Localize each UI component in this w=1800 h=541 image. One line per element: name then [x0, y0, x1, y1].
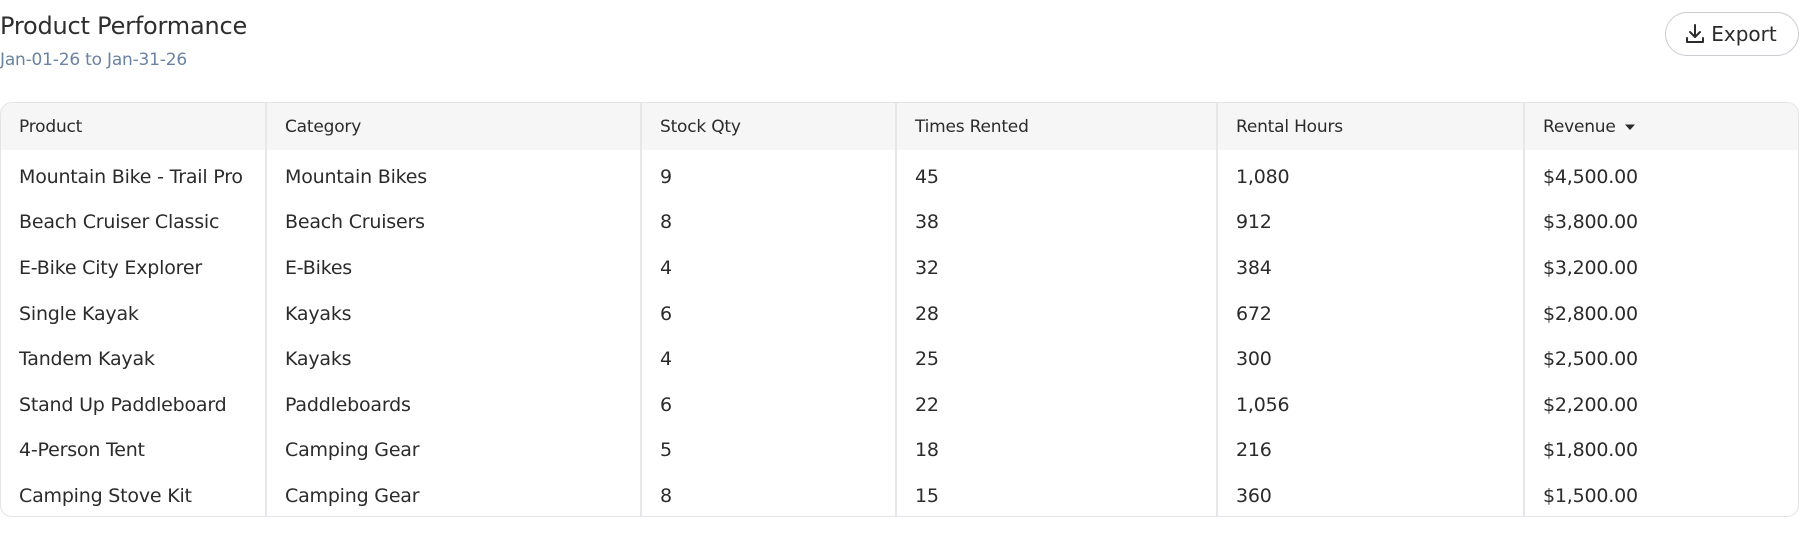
column-header-rental-hours[interactable]: Rental Hours — [1217, 103, 1525, 150]
cell-category: Camping Gear — [266, 473, 642, 516]
table-row: Camping Stove Kit Camping Gear 8 15 360 … — [1, 473, 1798, 516]
cell-rental-hours: 1,056 — [1217, 381, 1525, 428]
cell-product: Mountain Bike - Trail Pro — [1, 150, 267, 200]
cell-revenue: $2,500.00 — [1543, 348, 1638, 371]
cell-product: Single Kayak — [1, 290, 267, 337]
table-row: Mountain Bike - Trail Pro Mountain Bikes… — [1, 150, 1798, 200]
report-header: Product Performance Jan-01-26 to Jan-31-… — [0, 9, 247, 71]
cell-rental-hours: 300 — [1217, 336, 1525, 382]
cell-product: Camping Stove Kit — [1, 473, 267, 516]
cell-rental-hours: 672 — [1217, 290, 1525, 337]
cell-stock-qty: 8 — [641, 473, 897, 516]
cell-stock-qty: 5 — [641, 427, 897, 474]
cell-times-rented: 25 — [896, 336, 1218, 382]
cell-category: Kayaks — [266, 290, 642, 337]
cell-rental-hours: 384 — [1217, 245, 1525, 291]
cell-rental-hours: 1,080 — [1217, 150, 1525, 200]
cell-category: E-Bikes — [266, 245, 642, 291]
column-header-revenue[interactable]: Revenue — [1524, 103, 1798, 150]
cell-stock-qty: 9 — [641, 150, 897, 200]
table-row: Single Kayak Kayaks 6 28 672 $2,800.00 — [1, 290, 1798, 337]
cell-category: Camping Gear — [266, 427, 642, 474]
column-header-product[interactable]: Product — [1, 103, 267, 150]
cell-times-rented: 32 — [896, 245, 1218, 291]
cell-times-rented: 28 — [896, 290, 1218, 337]
table-row: Stand Up Paddleboard Paddleboards 6 22 1… — [1, 381, 1798, 428]
cell-times-rented: 38 — [896, 199, 1218, 246]
cell-product: Beach Cruiser Classic — [1, 199, 267, 246]
cell-times-rented: 18 — [896, 427, 1218, 474]
table-row: Beach Cruiser Classic Beach Cruisers 8 3… — [1, 199, 1798, 246]
column-header-category[interactable]: Category — [266, 103, 642, 150]
cell-times-rented: 15 — [896, 473, 1218, 516]
cell-stock-qty: 8 — [641, 199, 897, 246]
cell-category: Mountain Bikes — [266, 150, 642, 200]
cell-rental-hours: 216 — [1217, 427, 1525, 474]
cell-revenue: $4,500.00 — [1543, 165, 1638, 188]
cell-revenue: $1,800.00 — [1543, 439, 1638, 462]
cell-times-rented: 22 — [896, 381, 1218, 428]
table-row: 4-Person Tent Camping Gear 5 18 216 $1,8… — [1, 427, 1798, 474]
export-button[interactable]: Export — [1665, 12, 1799, 56]
cell-stock-qty: 4 — [641, 245, 897, 291]
cell-rental-hours: 912 — [1217, 199, 1525, 246]
cell-revenue: $2,200.00 — [1543, 393, 1638, 416]
cell-category: Beach Cruisers — [266, 199, 642, 246]
cell-category: Kayaks — [266, 336, 642, 382]
cell-product: Tandem Kayak — [1, 336, 267, 382]
export-button-label: Export — [1711, 22, 1777, 46]
download-icon — [1683, 22, 1707, 46]
cell-revenue: $1,500.00 — [1543, 484, 1638, 507]
page-title: Product Performance — [0, 12, 248, 40]
column-header-stock-qty[interactable]: Stock Qty — [641, 103, 897, 150]
column-header-times-rented[interactable]: Times Rented — [896, 103, 1218, 150]
column-header-revenue-label: Revenue — [1543, 116, 1616, 137]
product-performance-table: Product Category Stock Qty Times Rented … — [0, 102, 1799, 517]
cell-stock-qty: 6 — [641, 290, 897, 337]
sort-down-icon[interactable] — [1624, 123, 1636, 131]
cell-revenue: $3,800.00 — [1543, 211, 1638, 234]
cell-revenue: $3,200.00 — [1543, 256, 1638, 279]
cell-stock-qty: 6 — [641, 381, 897, 428]
table-header-row: Product Category Stock Qty Times Rented … — [1, 103, 1798, 150]
date-range-label: Jan-01-26 to Jan-31-26 — [0, 50, 187, 70]
table-row: E-Bike City Explorer E-Bikes 4 32 384 $3… — [1, 245, 1798, 291]
table-row: Tandem Kayak Kayaks 4 25 300 $2,500.00 — [1, 336, 1798, 382]
cell-category: Paddleboards — [266, 381, 642, 428]
cell-product: Stand Up Paddleboard — [1, 381, 267, 428]
cell-revenue: $2,800.00 — [1543, 302, 1638, 325]
cell-rental-hours: 360 — [1217, 473, 1525, 516]
cell-stock-qty: 4 — [641, 336, 897, 382]
cell-product: E-Bike City Explorer — [1, 245, 267, 291]
cell-times-rented: 45 — [896, 150, 1218, 200]
cell-product: 4-Person Tent — [1, 427, 267, 474]
table-body: Mountain Bike - Trail Pro Mountain Bikes… — [1, 150, 1798, 516]
